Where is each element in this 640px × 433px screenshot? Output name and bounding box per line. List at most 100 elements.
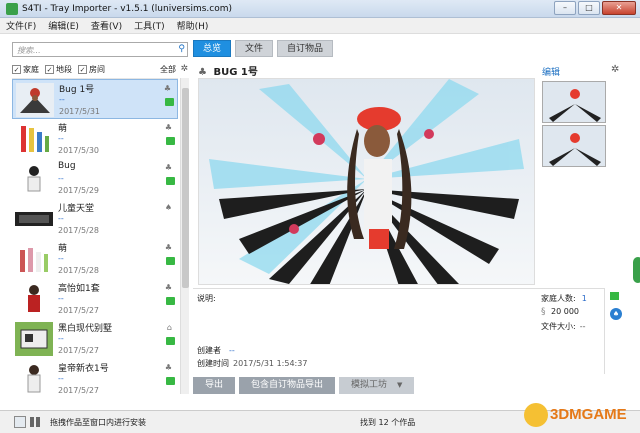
chevron-down-icon: ▼: [397, 381, 403, 389]
item-thumbnail: [15, 322, 53, 356]
creator-value: --: [229, 346, 235, 355]
stats-panel: 家庭人数: 1 § 20 000 文件大小: --: [541, 293, 605, 335]
item-name: Bug: [58, 161, 76, 171]
checkbox-icon[interactable]: ✓: [45, 64, 54, 74]
menu-file[interactable]: 文件(F): [6, 19, 36, 32]
scrollbar-thumb[interactable]: [182, 88, 189, 288]
preview-image: [198, 78, 535, 285]
gear-icon[interactable]: ✲: [180, 64, 188, 74]
item-date: 2017/5/28: [58, 266, 100, 275]
filesize-row: 文件大小: --: [541, 321, 605, 335]
list-item[interactable]: 儿童天堂 -- 2017/5/28 ♠: [12, 199, 178, 239]
minimize-button[interactable]: –: [554, 1, 576, 15]
cc-tag-icon: [166, 257, 175, 265]
cc-tag-icon: [166, 337, 175, 345]
item-date: 2017/5/29: [58, 186, 100, 195]
menu-tools[interactable]: 工具(T): [134, 19, 165, 32]
tab-overview[interactable]: 总览: [193, 40, 232, 57]
description-label: 说明:: [197, 294, 216, 303]
tab-custom-content[interactable]: 自订物品: [277, 40, 334, 57]
item-thumbnail: [27, 365, 41, 393]
checkbox-icon[interactable]: ✓: [78, 64, 87, 74]
detail-title: BUG 1号: [213, 67, 258, 78]
list-item[interactable]: 黑白现代别墅 -- 2017/5/27 ⌂: [12, 319, 178, 359]
preview-illustration: [209, 79, 524, 284]
list-item[interactable]: Bug -- 2017/5/29 ♣: [12, 159, 178, 199]
item-creator: --: [58, 174, 64, 183]
item-thumbnail: [15, 212, 53, 226]
tab-files[interactable]: 文件: [235, 40, 274, 57]
item-thumbnail: [20, 248, 48, 272]
search-icon[interactable]: ⚲: [178, 44, 185, 54]
list-item[interactable]: 萌 -- 2017/5/28 ♣: [12, 239, 178, 279]
item-name: Bug 1号: [59, 85, 95, 95]
export-button[interactable]: 导出: [193, 377, 236, 394]
filter-all[interactable]: 全部: [160, 64, 176, 75]
item-thumbnail: [27, 166, 41, 192]
checkbox-icon[interactable]: ✓: [12, 64, 21, 74]
sim-studio-button[interactable]: 模拟工坊 ▼: [339, 377, 415, 394]
list-item[interactable]: 高怡如1套 -- 2017/5/27 ♣: [12, 279, 178, 319]
cc-tag-icon: [166, 137, 175, 145]
filter-room[interactable]: ✓ 房间: [78, 64, 105, 75]
gear-icon[interactable]: ✲: [611, 64, 619, 75]
item-date: 2017/5/27: [58, 386, 100, 394]
thumbnail-1[interactable]: [542, 81, 606, 123]
menu-help[interactable]: 帮助(H): [177, 19, 209, 32]
sims-icon[interactable]: ♠: [610, 308, 622, 320]
search-input[interactable]: 搜索... ⚲: [12, 42, 188, 57]
filesize-label: 文件大小:: [541, 322, 576, 331]
menu-edit[interactable]: 编辑(E): [48, 19, 79, 32]
grid-view-icon[interactable]: [30, 417, 40, 427]
maximize-button[interactable]: □: [578, 1, 600, 15]
edit-link[interactable]: 编辑: [542, 65, 560, 78]
list-item[interactable]: 萌 -- 2017/5/30 ♣: [12, 119, 178, 159]
list-item[interactable]: Bug 1号 -- 2017/5/31 ♣: [12, 79, 178, 119]
item-name: 高怡如1套: [58, 284, 100, 294]
item-date: 2017/5/30: [58, 146, 100, 155]
watermark-text: 3DMGAME: [550, 406, 627, 423]
item-creator: --: [58, 254, 64, 263]
left-panel: 搜索... ⚲ ✓ 家庭 ✓ 地段 ✓ 房间 全部 ✲ Bug 1号 -- 2017/…: [10, 40, 190, 394]
item-creator: --: [58, 374, 64, 383]
list-item[interactable]: 皇帝新衣1号 -- 2017/5/27 ♣: [12, 359, 178, 394]
cc-tag-icon: [166, 177, 175, 185]
item-creator: --: [59, 95, 65, 104]
thumbnail-2[interactable]: [542, 125, 606, 167]
item-creator: --: [58, 294, 64, 303]
filesize-value: --: [579, 322, 586, 331]
people-icon: ♣: [164, 363, 172, 372]
menu-view[interactable]: 查看(V): [91, 19, 122, 32]
people-icon: ♣: [163, 84, 171, 93]
house-icon: ⌂: [166, 323, 172, 332]
menu-bar: 文件(F) 编辑(E) 查看(V) 工具(T) 帮助(H): [0, 18, 640, 34]
created-row: 创建时间 2017/5/31 1:54:37: [197, 358, 307, 369]
action-bar: 导出 包含自订物品导出 模拟工坊 ▼: [193, 377, 415, 394]
people-icon: ♣: [164, 283, 172, 292]
close-button[interactable]: ✕: [602, 1, 636, 15]
tray-list[interactable]: Bug 1号 -- 2017/5/31 ♣ 萌 -- 2017/5/30 ♣ B…: [12, 78, 178, 394]
item-name: 萌: [58, 124, 68, 134]
cc-tag-icon: [166, 377, 175, 385]
watermark: 3DMGAME: [522, 398, 640, 433]
filter-room-label: 房间: [89, 64, 105, 74]
item-creator: --: [58, 334, 64, 343]
created-label: 创建时间: [197, 359, 229, 368]
list-view-icon[interactable]: [14, 416, 26, 428]
found-count: 找到 12 个作品: [360, 418, 416, 427]
watermark-logo-icon: [524, 403, 548, 427]
item-name: 儿童天堂: [58, 204, 95, 214]
people-icon: ♣: [164, 163, 172, 172]
thumbnail-image: [543, 82, 605, 122]
list-scrollbar[interactable]: [180, 78, 189, 394]
filter-household[interactable]: ✓ 家庭: [12, 64, 39, 75]
filter-lot[interactable]: ✓ 地段: [45, 64, 72, 75]
people-icon: ♣: [164, 123, 172, 132]
item-thumbnail: [21, 126, 49, 152]
item-date: 2017/5/28: [58, 226, 100, 235]
funds-row: § 20 000: [541, 307, 605, 321]
export-with-cc-button[interactable]: 包含自订物品导出: [239, 377, 336, 394]
edge-handle[interactable]: [633, 257, 640, 283]
simoleon-icon: §: [541, 307, 546, 317]
thumbnail-image: [543, 126, 605, 166]
